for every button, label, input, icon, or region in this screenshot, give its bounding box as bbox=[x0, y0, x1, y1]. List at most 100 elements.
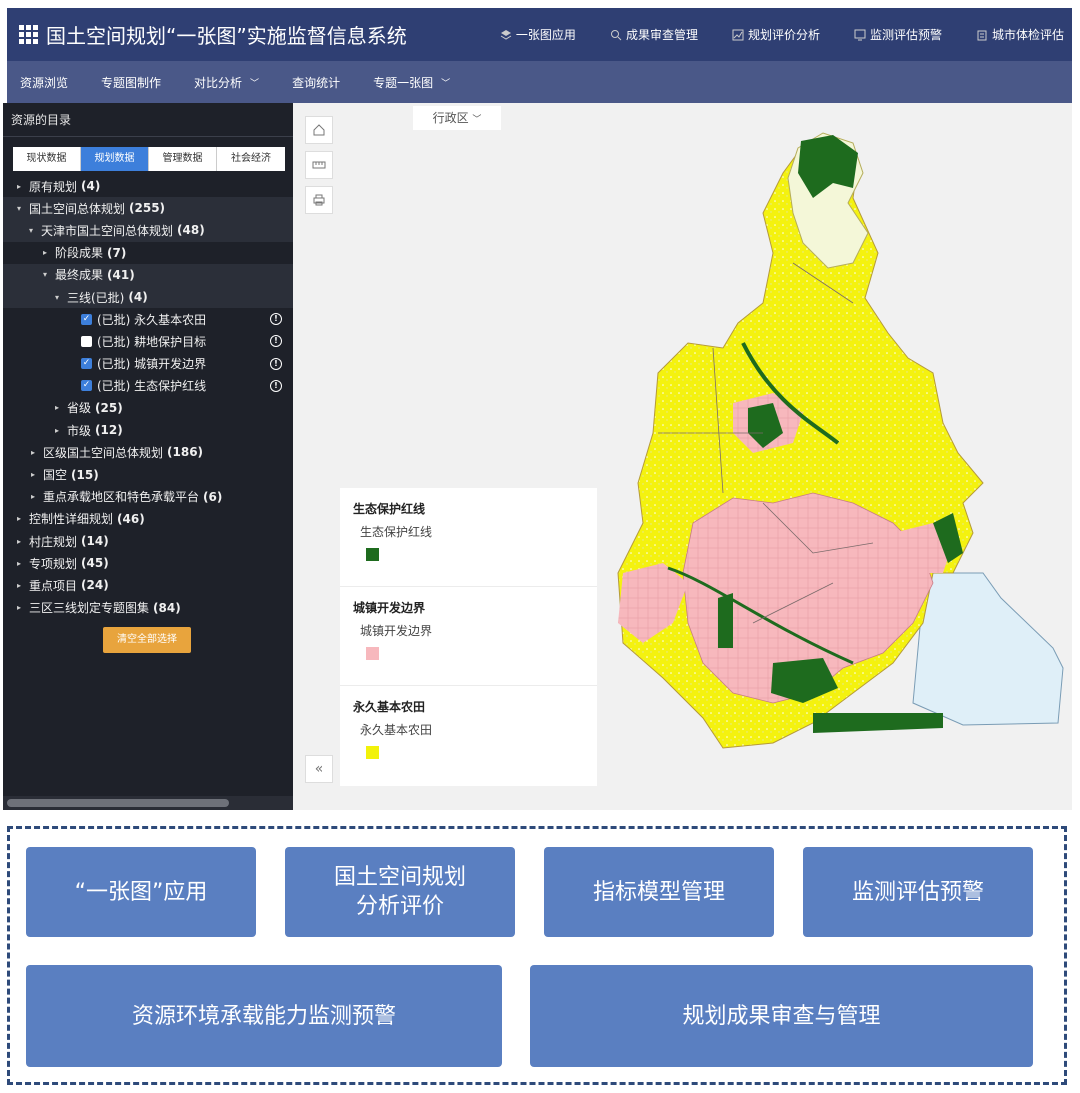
home-button[interactable] bbox=[305, 116, 333, 144]
collapse-panel-button[interactable]: « bbox=[305, 755, 333, 783]
legend-swatch-pink bbox=[366, 647, 379, 660]
clear-selection-button[interactable]: 清空全部选择 bbox=[103, 627, 191, 653]
print-button[interactable] bbox=[305, 186, 333, 214]
chevron-down-icon: ﹀ bbox=[441, 78, 451, 89]
tree-count: (48) bbox=[177, 223, 205, 238]
caret-right-icon[interactable]: ▸ bbox=[31, 448, 43, 457]
chart-icon bbox=[732, 29, 744, 40]
subnav-resource-browse[interactable]: 资源浏览 bbox=[20, 74, 68, 91]
legend-item-label: 城镇开发边界 bbox=[360, 624, 433, 638]
nav-guihua-pingjia[interactable]: 规划评价分析 bbox=[732, 26, 820, 43]
tree-count: (15) bbox=[71, 467, 99, 482]
layer-permanent-farmland[interactable]: (已批) 永久基本农田! bbox=[3, 308, 293, 330]
tree-count: (186) bbox=[167, 445, 204, 460]
horizontal-scrollbar[interactable] bbox=[3, 796, 293, 810]
module-indicator-model[interactable]: 指标模型管理 bbox=[544, 847, 774, 937]
tree-label: (已批) 城镇开发边界 bbox=[97, 357, 207, 372]
nav-label: 成果审查管理 bbox=[625, 28, 698, 42]
map-view[interactable]: 行政区 ﹀ « 生态保护红线 生态保护红线 城镇开发边界 城镇开发边界 永久基本… bbox=[293, 103, 1072, 810]
top-header: 国土空间规划“一张图”实施监督信息系统 一张图应用 成果审查管理 规划评价分析 … bbox=[7, 8, 1072, 61]
info-icon[interactable]: ! bbox=[270, 313, 282, 326]
tree-item-regulatory-plan[interactable]: ▸ 控制性详细规划 (46) bbox=[3, 508, 293, 530]
info-icon[interactable]: ! bbox=[270, 357, 282, 370]
tree-label: 三区三线划定专题图集 bbox=[29, 601, 150, 616]
subnav-compare[interactable]: 对比分析 ﹀ bbox=[194, 74, 259, 91]
subnav-thematic-onemap[interactable]: 专题一张图 ﹀ bbox=[373, 74, 450, 91]
checkbox-checked[interactable] bbox=[81, 358, 92, 370]
nav-jiance-yujing[interactable]: 监测评估预警 bbox=[854, 26, 942, 43]
tree-item-municipal[interactable]: ▸ 市级 (12) bbox=[3, 419, 293, 441]
layer-ecological-redline[interactable]: (已批) 生态保护红线! bbox=[3, 375, 293, 397]
tree-item-key-projects[interactable]: ▸ 重点项目 (24) bbox=[3, 574, 293, 596]
nav-yizhangtu[interactable]: 一张图应用 bbox=[500, 26, 576, 43]
tab-management-data[interactable]: 管理数据 bbox=[149, 147, 217, 171]
tree-item-district-master-plan[interactable]: ▸ 区级国土空间总体规划 (186) bbox=[3, 441, 293, 463]
caret-right-icon[interactable]: ▸ bbox=[17, 559, 29, 568]
tree-item-stage-results[interactable]: ▸ 阶段成果 (7) bbox=[3, 242, 293, 264]
region-select[interactable]: 行政区 ﹀ bbox=[413, 106, 501, 130]
caret-right-icon[interactable]: ▸ bbox=[17, 581, 29, 590]
tree-label: (已批) 生态保护红线 bbox=[97, 379, 207, 394]
tree-item-key-areas[interactable]: ▸ 重点承载地区和特色承载平台 (6) bbox=[3, 486, 293, 508]
info-icon[interactable]: ! bbox=[270, 335, 282, 348]
tree-count: (14) bbox=[81, 534, 109, 549]
tree-item-territorial-master-plan[interactable]: ▾ 国土空间总体规划 (255) bbox=[3, 197, 293, 220]
caret-right-icon[interactable]: ▸ bbox=[55, 426, 67, 435]
module-monitoring-warning[interactable]: 监测评估预警 bbox=[803, 847, 1033, 937]
caret-right-icon[interactable]: ▸ bbox=[31, 470, 43, 479]
caret-down-icon[interactable]: ▾ bbox=[17, 204, 29, 213]
subnav-label: 资源浏览 bbox=[20, 75, 69, 90]
layer-cultivated-land-target[interactable]: (已批) 耕地保护目标! bbox=[3, 330, 293, 352]
tree-item-final-results[interactable]: ▾ 最终成果 (41) bbox=[3, 263, 293, 286]
caret-right-icon[interactable]: ▸ bbox=[17, 537, 29, 546]
tree-count: (46) bbox=[117, 511, 145, 526]
caret-right-icon[interactable]: ▸ bbox=[17, 514, 29, 523]
tree-item-three-zones-atlas[interactable]: ▸ 三区三线划定专题图集 (84) bbox=[3, 597, 293, 619]
caret-right-icon[interactable]: ▸ bbox=[43, 248, 55, 257]
caret-right-icon[interactable]: ▸ bbox=[31, 492, 43, 501]
clipboard-icon bbox=[977, 30, 987, 40]
tree-label: 国土空间总体规划 bbox=[29, 201, 126, 216]
tree-item-provincial[interactable]: ▸ 省级 (25) bbox=[3, 397, 293, 419]
tree-label: 控制性详细规划 bbox=[29, 512, 114, 527]
info-icon[interactable]: ! bbox=[270, 379, 282, 392]
monitor-icon bbox=[854, 29, 866, 40]
measure-button[interactable] bbox=[305, 151, 333, 179]
subnav-query-stats[interactable]: 查询统计 bbox=[292, 74, 340, 91]
tree-item-guokong[interactable]: ▸ 国空 (15) bbox=[3, 463, 293, 485]
module-resource-capacity[interactable]: 资源环境承载能力监测预警 bbox=[26, 965, 502, 1067]
tab-current-data[interactable]: 现状数据 bbox=[13, 147, 81, 171]
caret-down-icon[interactable]: ▾ bbox=[43, 270, 55, 279]
subnav-thematic-map[interactable]: 专题图制作 bbox=[101, 74, 161, 91]
caret-right-icon[interactable]: ▸ bbox=[17, 603, 29, 612]
checkbox-checked[interactable] bbox=[81, 380, 92, 392]
checkbox-unchecked[interactable] bbox=[81, 335, 92, 347]
top-nav: 一张图应用 成果审查管理 规划评价分析 监测评估预警 城市体检评估 bbox=[466, 8, 1064, 61]
grid-menu-icon[interactable] bbox=[19, 25, 38, 44]
tree-item-original-plan[interactable]: ▸ 原有规划 (4) bbox=[3, 175, 293, 197]
tree-item-tianjin-master-plan[interactable]: ▾ 天津市国土空间总体规划 (48) bbox=[3, 219, 293, 242]
legend-swatch-yellow bbox=[366, 746, 379, 759]
tree-count: (12) bbox=[95, 423, 123, 438]
tree-label: 村庄规划 bbox=[29, 534, 78, 549]
tree-item-three-lines[interactable]: ▾ 三线(已批) (4) bbox=[3, 285, 293, 309]
tab-planning-data[interactable]: 规划数据 bbox=[81, 147, 149, 171]
scrollbar-thumb[interactable] bbox=[7, 799, 229, 807]
module-plan-review[interactable]: 规划成果审查与管理 bbox=[530, 965, 1033, 1067]
checkbox-checked[interactable] bbox=[81, 313, 92, 325]
caret-down-icon[interactable]: ▾ bbox=[55, 293, 67, 302]
data-type-tabs: 现状数据 规划数据 管理数据 社会经济 bbox=[13, 147, 285, 171]
tree-count: (4) bbox=[81, 179, 101, 194]
tree-item-special-plan[interactable]: ▸ 专项规划 (45) bbox=[3, 552, 293, 574]
caret-right-icon[interactable]: ▸ bbox=[17, 182, 29, 191]
module-yizhangtu-app[interactable]: “一张图”应用 bbox=[26, 847, 256, 937]
layer-urban-development-boundary[interactable]: (已批) 城镇开发边界! bbox=[3, 353, 293, 375]
caret-down-icon[interactable]: ▾ bbox=[29, 226, 41, 235]
tree-item-village-plan[interactable]: ▸ 村庄规划 (14) bbox=[3, 530, 293, 552]
tab-socio-economic[interactable]: 社会经济 bbox=[217, 147, 285, 171]
nav-label: 城市体检评估 bbox=[991, 28, 1064, 42]
nav-chengshi-tijian[interactable]: 城市体检评估 bbox=[976, 26, 1064, 43]
caret-right-icon[interactable]: ▸ bbox=[55, 403, 67, 412]
module-planning-analysis[interactable]: 国土空间规划 分析评价 bbox=[285, 847, 515, 937]
nav-chengguo-shencha[interactable]: 成果审查管理 bbox=[610, 26, 698, 43]
